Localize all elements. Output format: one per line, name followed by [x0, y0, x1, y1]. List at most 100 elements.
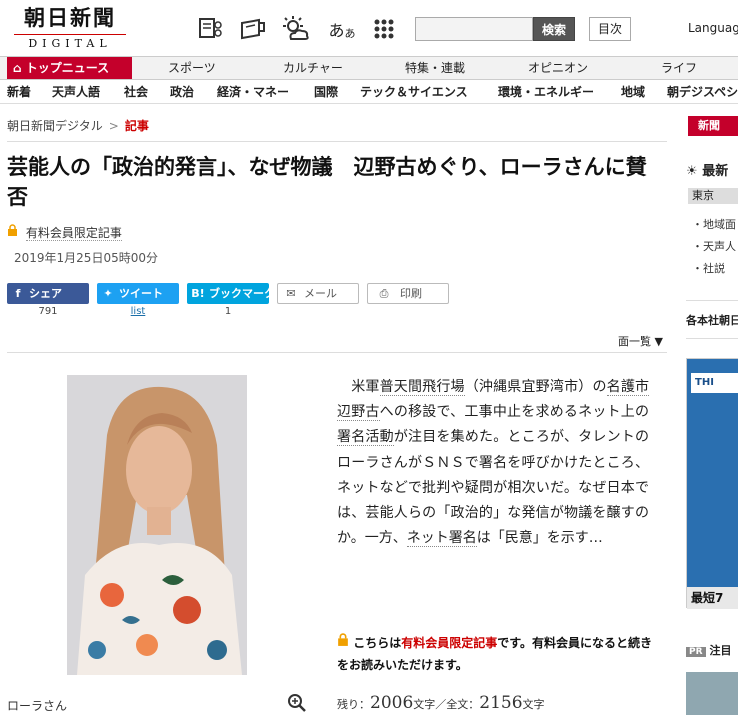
members-only-label[interactable]: 有料会員限定記事 [25, 226, 122, 241]
sidebar-link[interactable]: ・天声人 [692, 238, 736, 254]
tweet-label: ツイート [119, 287, 163, 300]
facebook-icon: f [15, 287, 21, 300]
primary-nav: ⌂ トップニュース スポーツ カルチャー 特集・連載 オピニオン ライフ [0, 56, 738, 80]
nav-international[interactable]: 国際 [314, 80, 338, 104]
keyword-link[interactable]: 普天間飛行場 [379, 379, 465, 396]
keyword-link[interactable]: 辺野古 [337, 404, 380, 422]
remain-count: 2006 [370, 693, 414, 713]
secondary-nav: 新着 天声人語 社会 政治 経済・マネー 国際 テック＆サイエンス 環境・エネル… [0, 80, 738, 104]
print-icon: ⎙ [379, 287, 389, 300]
facebook-share-label: シェア [29, 287, 62, 300]
hatena-label: ブックマーク [209, 287, 275, 300]
ad-banner[interactable]: THI 最短7 [686, 358, 738, 609]
nav-opinion[interactable]: オピニオン [528, 57, 588, 79]
home-icon: ⌂ [13, 61, 22, 75]
pr-section: PR 注目 [686, 642, 732, 658]
sidebar-link[interactable]: ・地域面 [692, 216, 736, 232]
nav-top-news[interactable]: ⌂ トップニュース [7, 57, 132, 79]
mokuji-button[interactable]: 目次 [589, 17, 631, 41]
nav-economy[interactable]: 経済・マネー [217, 80, 289, 104]
pr-label: 注目 [709, 644, 732, 657]
weather-widget: ☀ 最新 [686, 160, 728, 179]
body-text: が注目を集めた。ところが、タレントのローラさんがＳＮＳで署名を呼びかけたところ、… [337, 429, 649, 547]
logo-sub-text: DIGITAL [14, 34, 126, 50]
newspaper-button[interactable]: 新聞 [688, 116, 738, 136]
nav-society[interactable]: 社会 [124, 80, 148, 104]
photo-caption: ローラさん [7, 699, 68, 713]
total-unit: 文字 [522, 698, 545, 711]
tweet-list-link[interactable]: list [97, 306, 179, 317]
article-body: 米軍普天間飛行場（沖縄県宜野湾市）の名護市 辺野古への移設で、工事中止を求めるネ… [337, 375, 650, 551]
breadcrumb-root[interactable]: 朝日新聞デジタル [7, 119, 103, 133]
remain-unit: 文字／全文： [413, 698, 480, 711]
nav-environment[interactable]: 環境・エネルギー [498, 80, 594, 104]
nav-life[interactable]: ライフ [661, 57, 697, 79]
nav-sports[interactable]: スポーツ [168, 57, 216, 79]
article-photo[interactable] [67, 375, 247, 675]
sidebar-link[interactable]: ・社説 [692, 260, 725, 276]
hatena-icon: B! [191, 287, 205, 300]
twitter-icon: ✦ [103, 287, 113, 300]
pr-tag: PR [686, 647, 706, 657]
divider [7, 352, 667, 353]
mail-button[interactable]: ✉ メール [277, 283, 359, 304]
paywall-text: こちらは [353, 636, 402, 650]
print-button[interactable]: ⎙ 印刷 [367, 283, 449, 304]
keyword-link[interactable]: 名護市 [606, 379, 650, 396]
facebook-share-button[interactable]: f シェア [7, 283, 89, 304]
nav-top-news-label: トップニュース [25, 61, 110, 75]
site-logo[interactable]: 朝日新聞 DIGITAL [14, 6, 126, 50]
page-list-toggle[interactable]: 面一覧 ▼ [618, 333, 663, 349]
nav-latest[interactable]: 新着 [7, 80, 31, 104]
hatena-bookmark-button[interactable]: B! ブックマーク [187, 283, 275, 304]
search-button[interactable]: 検索 [533, 17, 575, 41]
language-link[interactable]: Language [688, 21, 738, 35]
paper-icon[interactable] [238, 14, 268, 44]
facebook-share-count: 791 [38, 306, 58, 317]
font-size-icon[interactable]: ああ [327, 14, 357, 44]
body-text: は「民意」を示す… [476, 530, 603, 547]
breadcrumb: 朝日新聞デジタル > 記事 [7, 117, 149, 134]
hatena-count: 1 [224, 306, 232, 317]
nav-politics[interactable]: 政治 [170, 80, 194, 104]
body-text: （沖縄県宜野湾市）の [464, 379, 607, 395]
nav-regional[interactable]: 地域 [621, 80, 645, 104]
keyword-link[interactable]: 署名活動 [337, 429, 394, 447]
nav-tenseijingo[interactable]: 天声人語 [52, 80, 100, 104]
publish-date: 2019年1月25日05時00分 [14, 251, 158, 265]
sidebar-section-label[interactable]: 各本社朝日 [686, 312, 738, 328]
remaining-characters: 残り：2006文字／全文：2156文字 [337, 693, 545, 713]
sidebar-link-label: 社説 [703, 262, 725, 275]
sidebar-link-label: 天声人 [703, 240, 736, 253]
lock-icon [7, 224, 22, 240]
article-headline: 芸能人の「政治的発言」、なぜ物議 辺野古めぐり、ローラさんに賛否 [7, 155, 647, 209]
ad-logo: THI [691, 373, 738, 393]
pr-thumbnail[interactable] [686, 672, 738, 715]
breadcrumb-current: 記事 [124, 119, 149, 133]
grid-menu-icon[interactable] [369, 14, 399, 44]
scrap-icon[interactable] [196, 14, 226, 44]
tweet-button[interactable]: ✦ ツイート [97, 283, 179, 304]
nav-special[interactable]: 朝デジスペシャル [667, 80, 738, 104]
nav-features[interactable]: 特集・連載 [405, 57, 465, 79]
print-label: 印刷 [400, 287, 422, 300]
body-text: への移設で、工事中止を求めるネット上の [379, 404, 649, 421]
nav-tech-science[interactable]: テック＆サイエンス [360, 80, 468, 104]
nav-culture[interactable]: カルチャー [283, 57, 343, 79]
divider [7, 141, 667, 142]
divider [686, 338, 738, 339]
breadcrumb-separator: > [108, 119, 119, 133]
paywall-notice: こちらは有料会員限定記事です。有料会員になると続きをお読みいただけます。 [337, 632, 657, 676]
total-count: 2156 [479, 693, 523, 713]
sidebar-link-label: 地域面 [703, 218, 736, 231]
weather-icon[interactable] [281, 14, 311, 44]
paywall-members-link[interactable]: 有料会員限定記事 [401, 636, 497, 650]
sun-icon: ☀ [686, 164, 698, 179]
weather-title: 最新 [702, 164, 729, 179]
keyword-link[interactable]: ネット署名 [406, 530, 477, 548]
search-input[interactable] [415, 17, 533, 41]
mail-label: メール [304, 287, 337, 300]
right-sidebar: 新聞 ☀ 最新 東京 ・地域面 ・天声人 ・社説 各本社朝日 THI 最短7 P… [686, 112, 738, 715]
zoom-icon[interactable] [287, 693, 307, 713]
city-label[interactable]: 東京 [688, 188, 738, 204]
